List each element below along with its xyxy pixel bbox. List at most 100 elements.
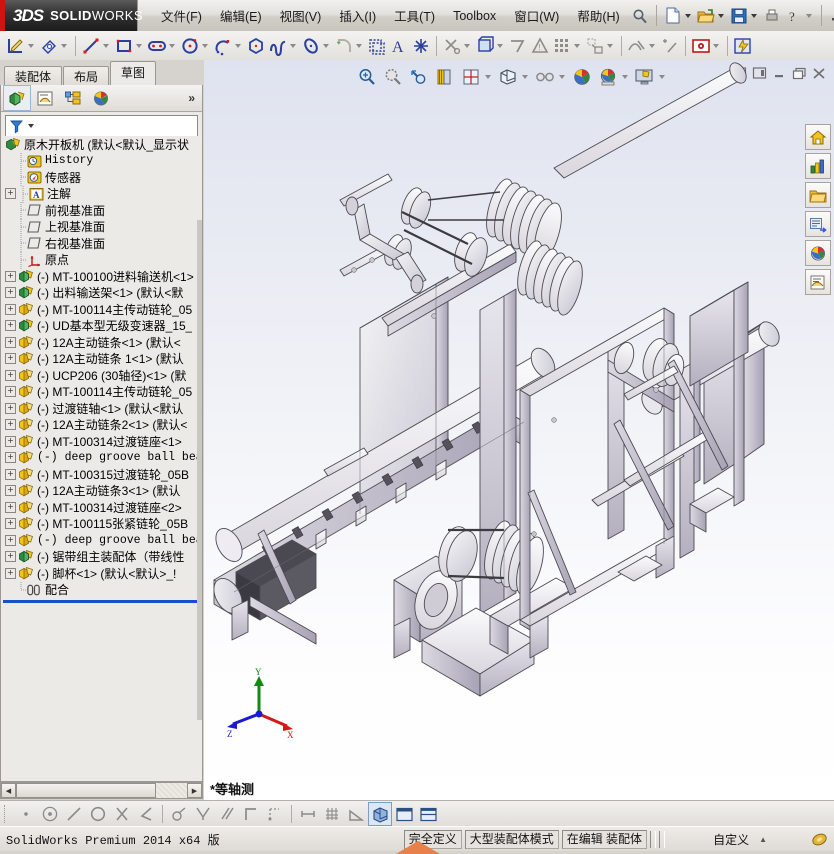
chevron-down-icon[interactable]	[323, 43, 329, 48]
menu-toolbox[interactable]: Toolbox	[444, 5, 505, 27]
chevron-down-icon[interactable]	[28, 124, 34, 128]
midpoint-icon[interactable]	[263, 802, 287, 826]
menu-help[interactable]: 帮助(H)	[568, 2, 628, 29]
expander-plus[interactable]: +	[5, 270, 16, 282]
chevron-down-icon[interactable]	[202, 43, 208, 48]
tree-item-component[interactable]: + (-) MT-100314过渡链座<2>	[1, 499, 202, 516]
ellipse-icon[interactable]	[300, 34, 322, 58]
chevron-down-icon[interactable]	[61, 43, 67, 48]
circle-icon[interactable]	[179, 34, 201, 58]
arc-3point-icon[interactable]	[212, 34, 234, 58]
chevron-down-icon[interactable]	[169, 43, 175, 48]
minimize-icon[interactable]	[827, 8, 834, 24]
shaded-isometric-icon[interactable]	[368, 802, 392, 826]
expander-plus[interactable]: +	[5, 386, 16, 398]
toolbar-grip[interactable]	[4, 805, 11, 823]
linear-pattern-icon[interactable]	[507, 34, 529, 58]
tree-item-front-plane[interactable]: 前视基准面	[1, 202, 202, 220]
tree-item-component[interactable]: + (-) deep groove ball bear	[1, 532, 202, 549]
tree-item-component[interactable]: + (-) 锯带组主装配体（带线性	[1, 549, 202, 566]
chevron-down-icon[interactable]	[497, 43, 503, 48]
line-icon[interactable]	[80, 34, 102, 58]
feature-manager-icon[interactable]	[3, 85, 31, 111]
tree-item-component[interactable]: + (-) 12A主动链条 1<1> (默认	[1, 351, 202, 368]
design-library-icon[interactable]	[805, 153, 831, 179]
chevron-down-icon[interactable]	[713, 43, 719, 48]
tree-item-component[interactable]: + (-) UD基本型无级变速器_15_	[1, 318, 202, 335]
corner-icon[interactable]	[239, 802, 263, 826]
fillet-icon[interactable]	[333, 34, 355, 58]
length-snap-icon[interactable]	[296, 802, 320, 826]
configuration-manager-icon[interactable]	[59, 85, 87, 111]
print-icon[interactable]	[761, 4, 783, 27]
tree-item-history[interactable]: History	[1, 152, 202, 170]
expander-plus[interactable]: +	[5, 369, 16, 381]
smart-dimension-icon[interactable]	[38, 34, 60, 58]
expander-plus[interactable]: +	[5, 485, 16, 497]
circle-select-icon[interactable]	[86, 802, 110, 826]
two-view-icon[interactable]	[416, 802, 440, 826]
tree-item-component[interactable]: + (-) MT-100100进料输送机<1>	[1, 268, 202, 285]
tree-item-origin[interactable]: 原点	[1, 251, 202, 269]
custom-units-label[interactable]: 自定义	[713, 831, 749, 848]
menu-insert[interactable]: 插入(I)	[330, 2, 385, 29]
tree-item-component[interactable]: + (-) UCP206 (30轴径)<1> (默	[1, 367, 202, 384]
menu-file[interactable]: 文件(F)	[152, 2, 211, 29]
expander-plus[interactable]: +	[5, 188, 16, 200]
graphics-viewport[interactable]: Y X Z *等轴测	[204, 60, 834, 800]
expander-plus[interactable]: +	[5, 567, 16, 579]
spline-icon[interactable]	[267, 34, 289, 58]
menu-edit[interactable]: 编辑(E)	[211, 2, 271, 29]
tree-overflow-chevron[interactable]: »	[188, 91, 202, 105]
line-select-icon[interactable]	[62, 802, 86, 826]
point-icon[interactable]	[410, 34, 432, 58]
angle-select-icon[interactable]	[134, 802, 158, 826]
tree-item-component[interactable]: + (-) MT-100114主传动链轮_05	[1, 301, 202, 318]
expander-plus[interactable]: +	[5, 501, 16, 513]
instant3d-icon[interactable]	[732, 34, 754, 58]
chevron-up-icon[interactable]: ▲	[759, 835, 767, 844]
repair-sketch-icon[interactable]	[626, 34, 648, 58]
tree-item-component[interactable]: + (-) 脚杯<1> (默认<默认>_!	[1, 565, 202, 582]
grid-snap-icon[interactable]	[320, 802, 344, 826]
property-manager-icon[interactable]	[31, 85, 59, 111]
display-manager-icon[interactable]	[87, 85, 115, 111]
tree-root-row[interactable]: 原木开板机 (默认<默认_显示状	[1, 136, 202, 153]
scrollbar-thumb[interactable]	[16, 783, 156, 798]
feature-tree[interactable]: 原木开板机 (默认<默认_显示状 History 传感器 + A 注解 前视基准…	[1, 136, 202, 780]
expander-plus[interactable]: +	[5, 452, 16, 464]
tree-item-component[interactable]: + (-) 12A主动链条<1> (默认<	[1, 334, 202, 351]
chevron-down-icon[interactable]	[290, 43, 296, 48]
expander-plus[interactable]: +	[5, 320, 16, 332]
solidworks-resources-icon[interactable]	[805, 124, 831, 150]
tab-layout[interactable]: 布局	[63, 66, 110, 87]
menu-tools[interactable]: 工具(T)	[385, 2, 444, 29]
angle-snap-icon[interactable]	[344, 802, 368, 826]
grid-icon[interactable]	[551, 34, 573, 58]
expander-plus[interactable]: +	[5, 419, 16, 431]
menu-view[interactable]: 视图(V)	[271, 2, 331, 29]
custom-properties-icon[interactable]	[805, 269, 831, 295]
search-icon[interactable]	[629, 4, 651, 27]
tree-item-right-plane[interactable]: 右视基准面	[1, 235, 202, 253]
expander-plus[interactable]: +	[5, 336, 16, 348]
chevron-down-icon[interactable]	[607, 43, 613, 48]
scrollbar-track[interactable]	[156, 783, 187, 798]
tree-item-component[interactable]: + (-) MT-100114主传动链轮_05	[1, 384, 202, 401]
single-view-icon[interactable]	[392, 802, 416, 826]
chevron-down-icon[interactable]	[805, 13, 812, 18]
tree-item-annotations[interactable]: + A 注解	[1, 185, 202, 203]
move-entities-icon[interactable]	[584, 34, 606, 58]
open-folder-icon[interactable]	[695, 4, 717, 27]
tangent-icon[interactable]	[167, 802, 191, 826]
chevron-down-icon[interactable]	[136, 43, 142, 48]
new-document-icon[interactable]	[662, 4, 684, 27]
tree-item-top-plane[interactable]: 上视基准面	[1, 218, 202, 236]
trim-entities-icon[interactable]	[441, 34, 463, 58]
expander-plus[interactable]: +	[5, 435, 16, 447]
tree-item-component[interactable]: + (-) 过渡链轴<1> (默认<默认	[1, 400, 202, 417]
scroll-left-icon[interactable]: ◀	[1, 783, 16, 798]
file-explorer-icon[interactable]	[805, 182, 831, 208]
view-palette-icon[interactable]	[805, 211, 831, 237]
sketch-icon[interactable]	[5, 34, 27, 58]
